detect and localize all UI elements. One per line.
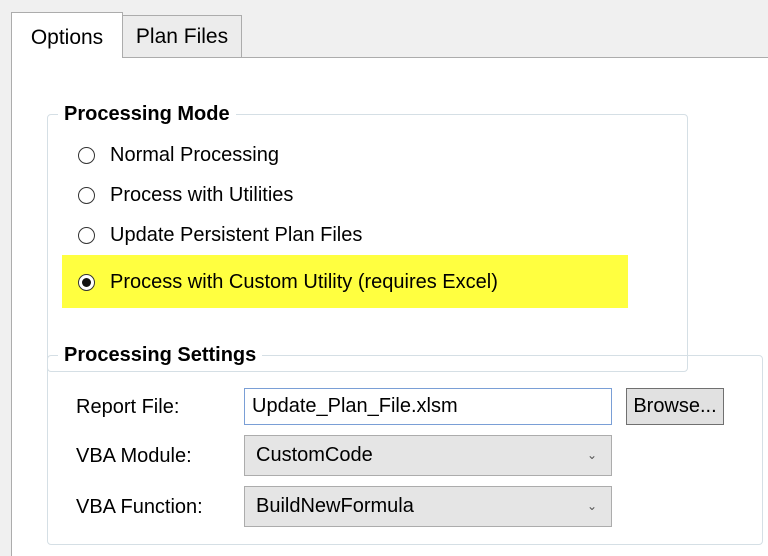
chevron-down-icon: ⌄ [586,499,597,513]
tab-options[interactable]: Options [11,12,123,58]
radio-normal-processing[interactable]: Normal Processing [78,137,279,173]
radio-process-with-utilities[interactable]: Process with Utilities [78,177,293,213]
options-panel: Processing Mode Normal Processing Proces… [11,57,768,556]
radio-label: Normal Processing [110,143,279,166]
radio-process-with-custom-utility[interactable]: Process with Custom Utility (requires Ex… [78,264,498,300]
radio-label: Process with Utilities [110,183,294,206]
radio-update-persistent-plan-files[interactable]: Update Persistent Plan Files [78,217,362,253]
chevron-down-icon: ⌄ [586,448,597,462]
radio-button[interactable] [78,146,95,164]
tab-strip: Options Plan Files [0,0,768,58]
tab-plan-files[interactable]: Plan Files [122,15,242,57]
vba-function-label: VBA Function: [76,496,203,518]
report-file-label: Report File: [76,396,180,418]
processing-settings-title: Processing Settings [58,342,263,368]
processing-settings-group: Processing Settings Report File: Update_… [47,342,763,545]
radio-label: Process with Custom Utility (requires Ex… [110,270,498,293]
vba-module-label: VBA Module: [76,445,192,467]
processing-mode-title: Processing Mode [58,101,236,127]
browse-button[interactable]: Browse... [626,388,724,425]
vba-module-value: CustomCode [256,444,373,466]
report-file-input[interactable]: Update_Plan_File.xlsm [244,388,612,425]
vba-module-select[interactable]: CustomCode ⌄ [244,435,612,476]
radio-button-selected[interactable] [78,273,95,291]
processing-mode-group: Processing Mode Normal Processing Proces… [47,101,688,372]
radio-button[interactable] [78,226,95,244]
vba-function-value: BuildNewFormula [256,495,414,517]
radio-label: Update Persistent Plan Files [110,223,363,246]
vba-function-select[interactable]: BuildNewFormula ⌄ [244,486,612,527]
radio-button[interactable] [78,186,95,204]
